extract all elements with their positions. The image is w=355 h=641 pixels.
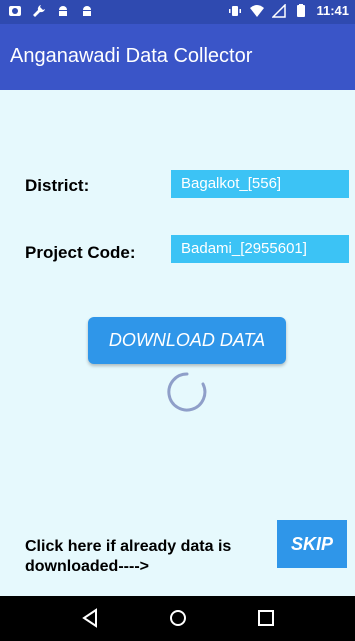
- android-icon: [59, 6, 67, 16]
- no-sim-icon: [272, 3, 287, 18]
- recents-icon[interactable]: [256, 608, 276, 628]
- clock: 11:41: [316, 3, 349, 18]
- home-icon[interactable]: [168, 608, 188, 628]
- project-code-field[interactable]: Badami_[2955601]: [171, 235, 349, 263]
- loading-spinner: [167, 372, 207, 412]
- android-icon: [83, 6, 91, 16]
- project-code-label: Project Code:: [25, 243, 136, 262]
- app-bar: Anganawadi Data Collector: [0, 24, 355, 90]
- status-bar: 11:41: [0, 0, 355, 24]
- skip-button[interactable]: SKIP: [277, 520, 347, 568]
- wrench-icon: [33, 5, 45, 17]
- vibrate-icon: [229, 5, 242, 16]
- battery-icon: [297, 3, 306, 17]
- district-label: District:: [25, 176, 90, 195]
- download-data-button[interactable]: DOWNLOAD DATA: [88, 317, 286, 364]
- district-field[interactable]: Bagalkot_[556]: [171, 170, 349, 198]
- app-title: Anganawadi Data Collector: [10, 45, 253, 67]
- app-icon: [9, 6, 21, 16]
- wifi-icon: [250, 4, 265, 17]
- navigation-bar: [0, 596, 355, 641]
- skip-instruction-text: Click here if already data is downloaded…: [25, 538, 232, 575]
- back-icon[interactable]: [80, 608, 100, 628]
